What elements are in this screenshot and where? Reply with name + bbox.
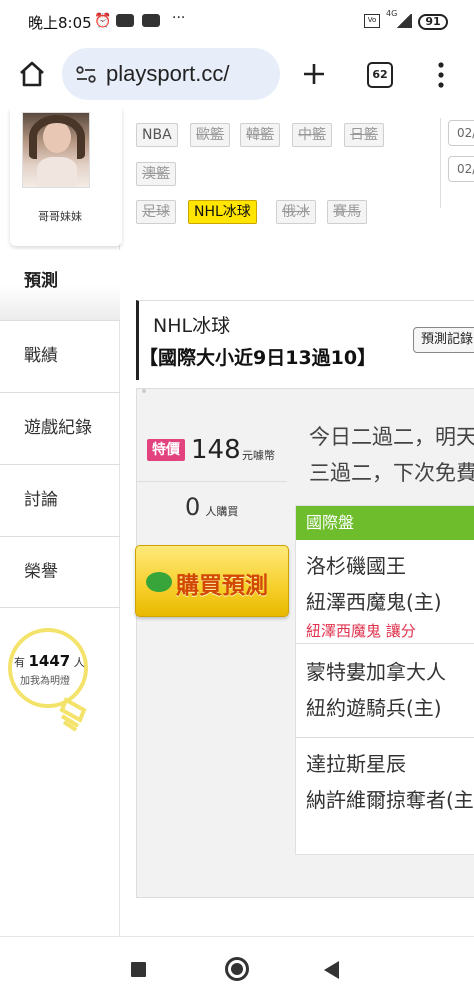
recent-apps-icon[interactable]: [131, 962, 146, 977]
status-time: 晚上8:05: [28, 14, 92, 32]
bullet-dot: [142, 389, 146, 393]
profile-sidebar: 哥哥妹妹 預測 戰績 遊戲紀錄 討論 榮譽 有 1447 人 加我為明燈: [0, 108, 122, 936]
buy-prediction-label: 購買預測: [176, 573, 268, 599]
profile-card[interactable]: 哥哥妹妹: [10, 108, 122, 246]
new-tab-icon[interactable]: [302, 62, 326, 86]
page-content: 哥哥妹妹 預測 戰績 遊戲紀錄 討論 榮譽 有 1447 人 加我為明燈 NBA…: [0, 108, 474, 936]
chip-japan-basketball[interactable]: 日籃: [344, 123, 384, 147]
browser-toolbar: playsport.cc/ 62: [0, 44, 474, 108]
home-team: 納許維爾掠奪者(主): [306, 788, 474, 812]
chip-soccer[interactable]: 足球: [136, 200, 176, 224]
site-settings-icon[interactable]: [76, 66, 96, 84]
fan-count: 有 1447 人: [14, 652, 85, 670]
address-bar[interactable]: playsport.cc/: [62, 48, 280, 100]
battery-indicator: 91: [418, 14, 448, 30]
market-table: 國際盤 洛杉磯國王 紐澤西魔鬼(主) 紐澤西魔鬼 讓分 蒙特婁加拿大人 紐約遊騎…: [295, 505, 474, 855]
prediction-description: 今日二過二，明天 三過二，下次免費: [309, 419, 474, 491]
coin-icon: [146, 572, 172, 592]
date-select[interactable]: 02/: [448, 156, 474, 182]
prediction-category: NHL冰球: [153, 315, 231, 337]
chip-nhl[interactable]: NHL冰球: [188, 200, 257, 224]
match-row[interactable]: 洛杉磯國王 紐澤西魔鬼(主) 紐澤西魔鬼 讓分: [296, 540, 474, 644]
prediction-panel: 特價 148 元噱幣 0 人購買 購買預測 今日二過二，明天 三過二，下次免費 …: [135, 388, 474, 898]
market-header: 國際盤: [296, 506, 474, 540]
sidebar-item-predict[interactable]: 預測: [0, 250, 120, 320]
buyer-count: 0 人購買: [185, 493, 238, 521]
special-price-badge: 特價: [147, 439, 185, 461]
home-icon[interactable]: [18, 60, 46, 88]
more-notifications-icon: ···: [172, 10, 186, 26]
signal-icon: [396, 14, 412, 28]
chip-nba[interactable]: NBA: [136, 123, 178, 147]
sidebar-item-game-log[interactable]: 遊戲紀錄: [0, 392, 120, 464]
price-unit: 元噱幣: [242, 449, 275, 462]
chip-china-basketball[interactable]: 中籃: [292, 123, 332, 147]
fan-prefix: 有: [14, 656, 25, 669]
back-icon[interactable]: [324, 961, 339, 979]
divider: [440, 118, 441, 208]
match-row[interactable]: 蒙特婁加拿大人 紐約遊騎兵(主): [296, 644, 474, 738]
prediction-header: NHL冰球 【國際大小近9日13過10】 預測記錄: [136, 300, 474, 380]
tab-switcher-button[interactable]: 62: [367, 62, 393, 88]
description-line: 三過二，下次免費: [309, 461, 474, 485]
sidebar-item-discussion[interactable]: 討論: [0, 464, 120, 536]
url-text: playsport.cc/: [106, 61, 230, 86]
divider: [137, 481, 287, 482]
home-button-icon[interactable]: [225, 957, 249, 981]
avatar[interactable]: [22, 112, 90, 188]
system-nav-bar: [0, 936, 474, 1000]
handicap-note: 紐澤西魔鬼 讓分: [306, 622, 416, 640]
youtube-icon: [142, 14, 160, 27]
fan-number: 1447: [28, 652, 71, 670]
profile-name[interactable]: 哥哥妹妹: [10, 208, 110, 224]
sidebar-item-record[interactable]: 戰績: [0, 320, 120, 392]
volte-icon: Vo: [364, 14, 380, 28]
chip-aus-basketball[interactable]: 澳籃: [136, 162, 176, 186]
buy-prediction-button[interactable]: 購買預測: [135, 545, 289, 617]
alarm-icon: ⏰: [94, 13, 112, 29]
youtube-icon: [116, 14, 134, 27]
chip-russia-hockey[interactable]: 俄冰: [276, 200, 316, 224]
match-row[interactable]: 達拉斯星辰 納許維爾掠奪者(主): [296, 738, 474, 834]
price-value: 148: [191, 435, 241, 465]
away-team: 洛杉磯國王: [306, 554, 406, 578]
sidebar-item-honor[interactable]: 榮譽: [0, 536, 120, 608]
home-team: 紐澤西魔鬼(主): [306, 590, 442, 614]
fan-suffix: 人: [73, 656, 85, 669]
lightbulb-base-icon: [59, 697, 87, 732]
buyer-number: 0: [185, 493, 201, 521]
date-select[interactable]: 02/: [448, 120, 474, 146]
prediction-title: 【國際大小近9日13過10】: [139, 347, 377, 369]
away-team: 蒙特婁加拿大人: [306, 660, 446, 684]
follow-lightbulb[interactable]: 有 1447 人 加我為明燈: [8, 628, 118, 738]
prediction-record-button[interactable]: 預測記錄: [413, 327, 474, 353]
home-team: 紐約遊騎兵(主): [306, 696, 442, 720]
chip-euro-basketball[interactable]: 歐籃: [190, 123, 230, 147]
buyer-unit: 人購買: [205, 505, 239, 518]
status-bar: 晚上8:05 ⏰ ··· Vo 4G 91: [0, 0, 474, 44]
menu-kebab-icon[interactable]: [436, 62, 446, 88]
chip-korea-basketball[interactable]: 韓籃: [240, 123, 280, 147]
away-team: 達拉斯星辰: [306, 752, 406, 776]
follow-cta[interactable]: 加我為明燈: [20, 672, 70, 687]
chip-horse-racing[interactable]: 賽馬: [327, 200, 367, 224]
description-line: 今日二過二，明天: [309, 425, 474, 449]
